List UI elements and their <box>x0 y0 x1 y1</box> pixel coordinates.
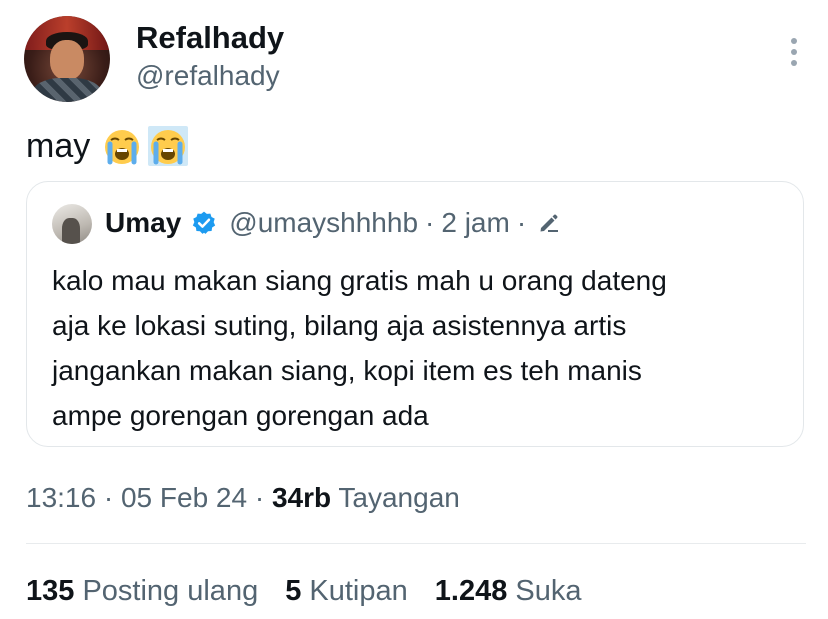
quoted-tweet-body: kalo mau makan siang gratis mah u orang … <box>52 258 782 438</box>
author-avatar[interactable] <box>24 16 110 102</box>
reposts-count: 135 <box>26 575 75 607</box>
divider <box>26 543 806 544</box>
edited-pencil-icon <box>540 214 559 232</box>
quotes-count: 5 <box>285 575 302 607</box>
quoted-author-avatar[interactable] <box>52 204 92 244</box>
quoted-tweet-line: aja ke lokasi suting, bilang aja asisten… <box>52 310 627 341</box>
header-separator: · <box>516 207 527 238</box>
quoted-tweet-header: Umay @umayshhhhb · 2 jam · <box>105 207 561 239</box>
likes-stat[interactable]: 1.248 Suka <box>435 575 582 608</box>
verified-badge-icon <box>193 211 216 234</box>
likes-label: Suka <box>515 575 582 607</box>
quoted-author-name[interactable]: Umay <box>105 207 181 239</box>
header-separator: · <box>425 207 435 238</box>
quotes-label: Kutipan <box>309 575 408 607</box>
engagement-stats: 135 Posting ulang 5 Kutipan 1.248 Suka <box>26 575 609 608</box>
more-options-icon[interactable] <box>790 38 798 66</box>
meta-separator: · <box>103 482 114 513</box>
likes-count: 1.248 <box>434 575 508 607</box>
views-count: 34rb <box>271 482 332 513</box>
loudly-crying-face-icon <box>148 126 189 166</box>
loudly-crying-face-icon <box>105 130 140 165</box>
reposts-stat[interactable]: 135 Posting ulang <box>26 575 258 608</box>
quoted-author-handle[interactable]: @umayshhhhb <box>229 207 418 239</box>
tweet-meta: 13:16 · 05 Feb 24 · 34rb Tayangan <box>26 482 460 514</box>
avatar-shirt <box>32 78 102 102</box>
tweet-text-content: may <box>26 126 91 165</box>
author-display-name[interactable]: Refalhady <box>136 20 284 56</box>
tweet-time[interactable]: 13:16 <box>26 482 96 513</box>
quoted-tweet-line: kalo mau makan siang gratis mah u orang … <box>52 265 667 296</box>
quotes-stat[interactable]: 5 Kutipan <box>285 575 408 608</box>
avatar-face <box>50 40 84 80</box>
reposts-label: Posting ulang <box>82 575 259 607</box>
tweet-date[interactable]: 05 Feb 24 <box>121 482 247 513</box>
tweet-text: may <box>26 126 194 166</box>
quoted-tweet-time[interactable]: 2 jam <box>441 207 509 239</box>
author-handle[interactable]: @refalhady <box>136 60 280 92</box>
quoted-tweet-card[interactable]: Umay @umayshhhhb · 2 jam · kalo mau maka… <box>26 181 804 447</box>
views-label: Tayangan <box>338 482 460 513</box>
meta-separator: · <box>254 482 265 513</box>
quoted-tweet-line: ampe gorengan gorengan ada <box>52 400 429 431</box>
quoted-tweet-line: jangankan makan siang, kopi item es teh … <box>52 355 642 386</box>
